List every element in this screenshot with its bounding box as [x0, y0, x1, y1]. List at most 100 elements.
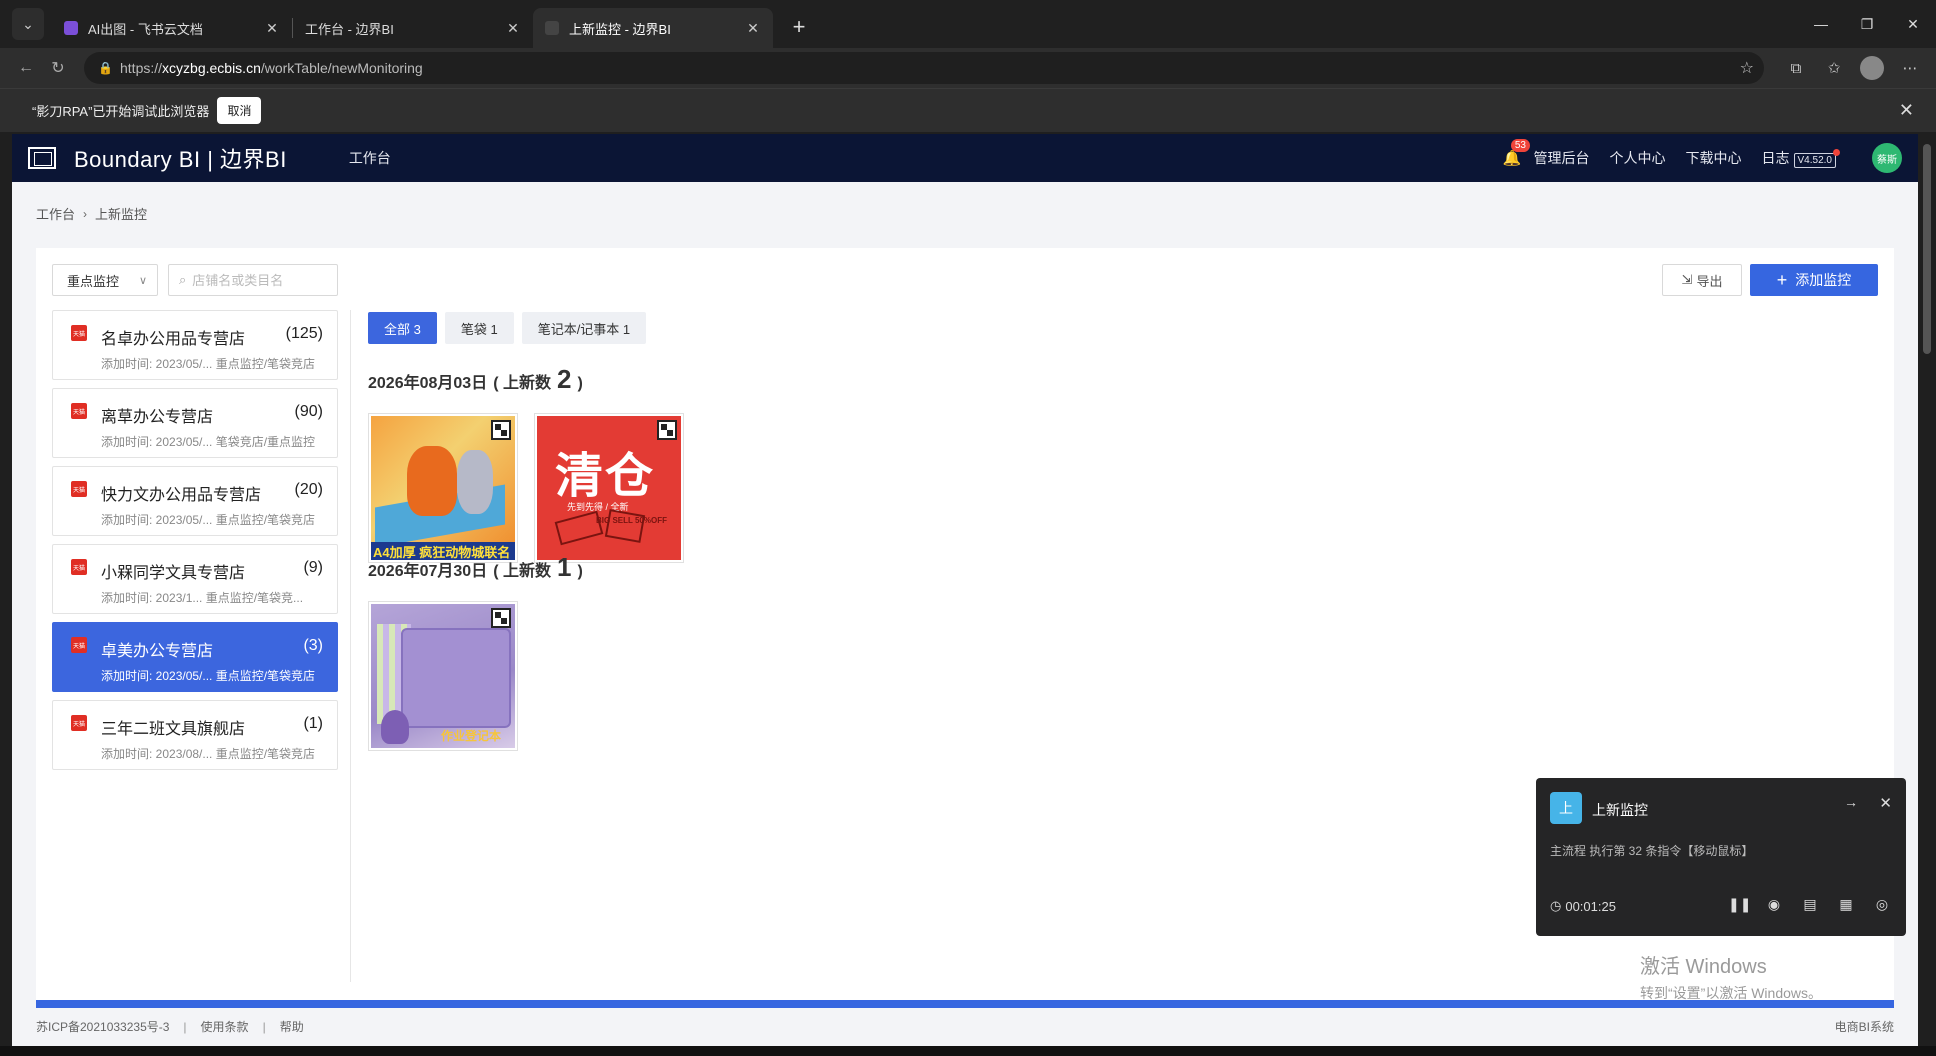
nav-logs[interactable]: 日志 V4.52.0	[1762, 148, 1840, 168]
breadcrumb-workbench[interactable]: 工作台	[36, 204, 75, 223]
qr-code-icon[interactable]	[491, 608, 511, 628]
group-label-close: )	[577, 375, 583, 392]
export-button[interactable]: ⇲ 导出	[1662, 264, 1742, 296]
product-thumb[interactable]: A4加厚 疯狂动物城联名	[368, 413, 518, 563]
footer-separator: |	[262, 1019, 266, 1034]
group-date: 2026年08月03日	[368, 375, 488, 392]
tab-title: 上新监控 - 边界BI	[569, 21, 671, 37]
store-item[interactable]: 天猫 快力文办公用品专营店 (20) 添加时间: 2023/05/... 重点监…	[52, 466, 338, 536]
store-item[interactable]: 天猫 三年二班文具旗舰店 (1) 添加时间: 2023/08/... 重点监控/…	[52, 700, 338, 770]
chrome-icon[interactable]: ◎	[1872, 896, 1892, 913]
favorites-icon[interactable]: ✩	[1818, 52, 1850, 84]
browser-tabbar: ⌄ AI出图 - 飞书云文档 ✕ 工作台 - 边界BI ✕ 上新监控 - 边界B…	[0, 0, 1936, 48]
scrollbar-thumb[interactable]	[1923, 144, 1931, 354]
date-group: 2026年07月30日 ( 上新数 1 ) 作业登记本	[368, 552, 583, 751]
debug-cancel-button[interactable]: 取消	[217, 97, 262, 124]
tab-all[interactable]: 全部 3	[368, 312, 437, 344]
rpa-controls: ❚❚ ◉ ▤ ▦ ◎	[1728, 896, 1892, 913]
arrow-right-icon[interactable]: →	[1844, 794, 1858, 810]
tmall-icon: 天猫	[71, 325, 87, 341]
search-input[interactable]	[192, 272, 313, 288]
store-meta: 添加时间: 2023/05/... 重点监控/笔袋竞店	[101, 357, 316, 371]
footer-separator: |	[183, 1019, 187, 1034]
store-count: (90)	[294, 403, 323, 420]
product-art-book	[604, 509, 646, 543]
notification-bell-icon[interactable]: 🔔 53	[1503, 139, 1530, 167]
qr-code-icon[interactable]	[657, 420, 677, 440]
monitor-type-select[interactable]: 重点监控 ∨	[52, 264, 158, 296]
plus-icon: +	[1776, 270, 1788, 290]
add-monitor-button[interactable]: + 添加监控	[1750, 264, 1878, 296]
feishu-favicon-icon	[64, 21, 78, 35]
nav-admin[interactable]: 管理后台	[1534, 148, 1590, 168]
minimize-icon[interactable]: —	[1798, 0, 1844, 48]
store-name: 离草办公专营店	[101, 409, 214, 426]
group-count: 2	[556, 364, 572, 394]
tmall-icon: 天猫	[71, 637, 87, 653]
reload-icon[interactable]: ↻	[42, 52, 74, 84]
footer-system-name: 电商BI系统	[1834, 1020, 1894, 1034]
group-date: 2026年07月30日	[368, 563, 488, 580]
clock-icon: ◷	[1550, 898, 1562, 913]
qr-code-icon[interactable]	[491, 420, 511, 440]
product-caption: 作业登记本	[441, 729, 502, 743]
log-file-icon[interactable]: ▤	[1800, 896, 1820, 913]
logo-icon	[28, 147, 56, 169]
group-label-close: )	[577, 563, 583, 580]
pause-icon[interactable]: ❚❚	[1728, 896, 1751, 913]
export-icon: ⇲	[1681, 272, 1693, 287]
browser-toolbar: ⧉ ✩ ⋯	[1780, 52, 1926, 84]
tab-notebook[interactable]: 笔记本/记事本 1	[521, 312, 647, 344]
tab-close-icon[interactable]: ✕	[505, 20, 521, 37]
store-item-selected[interactable]: 天猫 卓美办公专营店 (3) 添加时间: 2023/05/... 重点监控/笔袋…	[52, 622, 338, 692]
store-count: (3)	[303, 637, 323, 654]
rpa-status-popup: 上 上新监控 → ✕ 主流程 执行第 32 条指令【移动鼠标】 ◷ 00:01:…	[1536, 778, 1906, 936]
nav-workbench[interactable]: 工作台	[349, 148, 391, 168]
debug-close-icon[interactable]: ✕	[1899, 100, 1914, 121]
search-icon: ⌕	[179, 272, 187, 287]
store-meta: 添加时间: 2023/05/... 重点监控/笔袋竞店	[101, 513, 316, 527]
icp-link[interactable]: 苏ICP备2021033235号-3	[36, 1018, 169, 1035]
tmall-icon: 天猫	[71, 403, 87, 419]
new-tab-icon[interactable]: +	[785, 14, 813, 40]
more-menu-icon[interactable]: ⋯	[1894, 52, 1926, 84]
product-thumbs: 作业登记本	[368, 601, 583, 751]
rpa-status-text: 主流程 执行第 32 条指令【移动鼠标】	[1550, 844, 1754, 858]
bookmark-star-icon[interactable]: ☆	[1740, 58, 1754, 78]
group-label-open: ( 上新数	[493, 563, 551, 580]
window-close-icon[interactable]: ✕	[1890, 0, 1936, 48]
stop-icon[interactable]: ◉	[1764, 896, 1784, 913]
address-bar: ← ↻ 🔒 https://xcyzbg.ecbis.cn/workTable/…	[0, 48, 1936, 88]
browser-tab-2[interactable]: 工作台 - 边界BI ✕	[293, 8, 533, 48]
version-badge: V4.52.0	[1793, 149, 1840, 168]
nav-profile[interactable]: 个人中心	[1610, 148, 1666, 168]
tab-pen-bag[interactable]: 笔袋 1	[444, 312, 514, 344]
store-search[interactable]: ⌕	[168, 264, 338, 296]
store-item[interactable]: 天猫 小槑同学文具专营店 (9) 添加时间: 2023/1... 重点监控/笔袋…	[52, 544, 338, 614]
store-item[interactable]: 天猫 名卓办公用品专营店 (125) 添加时间: 2023/05/... 重点监…	[52, 310, 338, 380]
chevron-down-icon: ∨	[138, 274, 147, 287]
browser-tab-3[interactable]: 上新监控 - 边界BI ✕	[533, 8, 773, 48]
table-icon[interactable]: ▦	[1836, 896, 1856, 913]
back-arrow-icon[interactable]: ←	[10, 52, 42, 84]
user-avatar[interactable]: 蔡斯	[1872, 143, 1902, 173]
store-item[interactable]: 天猫 离草办公专营店 (90) 添加时间: 2023/05/... 笔袋竞店/重…	[52, 388, 338, 458]
extensions-icon[interactable]: ⧉	[1780, 52, 1812, 84]
terms-link[interactable]: 使用条款	[201, 1018, 249, 1035]
product-thumb[interactable]: 作业登记本	[368, 601, 518, 751]
tab-list-chevron-icon[interactable]: ⌄	[12, 8, 44, 40]
profile-avatar[interactable]	[1860, 56, 1884, 80]
lock-icon: 🔒	[98, 61, 113, 75]
page-scrollbar[interactable]	[1918, 134, 1936, 1046]
tab-close-icon[interactable]: ✕	[745, 20, 761, 37]
url-field[interactable]: 🔒 https://xcyzbg.ecbis.cn/workTable/newM…	[84, 52, 1764, 84]
restore-icon[interactable]: ❐	[1844, 0, 1890, 48]
rpa-timer: ◷ 00:01:25	[1550, 898, 1616, 914]
product-thumb[interactable]: 清仓 先到先得 / 全新 BIG SELL 50%OFF	[534, 413, 684, 563]
close-icon[interactable]: ✕	[1879, 794, 1892, 812]
browser-tab-1[interactable]: AI出图 - 飞书云文档 ✕	[52, 8, 292, 48]
taskbar-strip	[0, 1046, 1936, 1056]
nav-downloads[interactable]: 下载中心	[1686, 148, 1742, 168]
help-link[interactable]: 帮助	[280, 1018, 304, 1035]
tab-close-icon[interactable]: ✕	[264, 20, 280, 37]
